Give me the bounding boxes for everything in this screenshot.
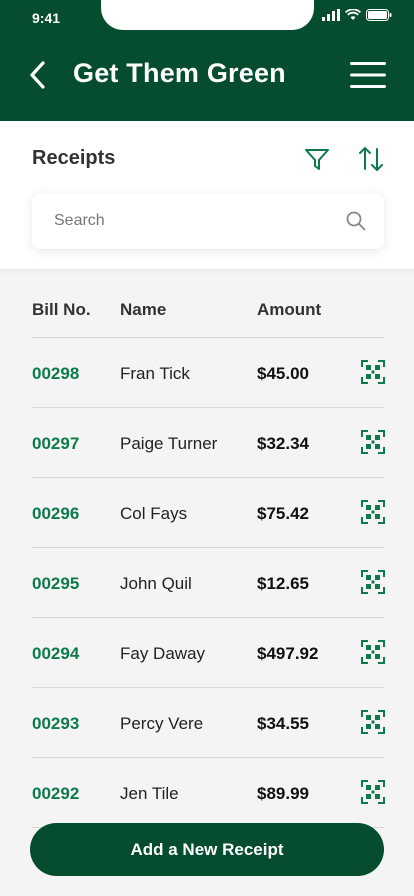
app-header: 9:41 Get Them Green xyxy=(0,0,414,121)
status-time: 9:41 xyxy=(32,10,61,26)
receipts-table: Bill No. Name Amount 00298 Fran Tick $45… xyxy=(32,269,385,828)
table-row[interactable]: 00293 Percy Vere $34.55 xyxy=(32,688,385,758)
hamburger-menu-icon xyxy=(350,62,386,88)
filter-icon xyxy=(305,149,329,170)
bill-number[interactable]: 00292 xyxy=(32,784,79,804)
sort-icon xyxy=(359,147,383,171)
customer-name: John Quil xyxy=(120,574,192,593)
qr-scan-icon xyxy=(361,430,385,454)
qr-scan-button[interactable] xyxy=(361,430,385,454)
section-title: Receipts xyxy=(32,147,116,169)
menu-button[interactable] xyxy=(350,60,386,90)
bill-number[interactable]: 00293 xyxy=(32,714,79,734)
column-header-name: Name xyxy=(120,300,167,319)
receipts-panel: Receipts xyxy=(0,121,414,269)
bill-number[interactable]: 00294 xyxy=(32,644,79,664)
amount: $32.34 xyxy=(257,434,309,453)
signal-icon xyxy=(322,9,340,21)
qr-scan-icon xyxy=(361,360,385,384)
bill-number[interactable]: 00296 xyxy=(32,504,79,524)
amount: $45.00 xyxy=(257,364,309,383)
table-row[interactable]: 00294 Fay Daway $497.92 xyxy=(32,618,385,688)
bill-number[interactable]: 00297 xyxy=(32,434,79,454)
table-row[interactable]: 00295 John Quil $12.65 xyxy=(32,548,385,618)
table-header: Bill No. Name Amount xyxy=(32,269,384,338)
bill-number[interactable]: 00298 xyxy=(32,364,79,384)
add-receipt-button[interactable]: Add a New Receipt xyxy=(30,823,384,876)
customer-name: Jen Tile xyxy=(120,784,179,803)
table-row[interactable]: 00298 Fran Tick $45.00 xyxy=(32,338,385,408)
amount: $497.92 xyxy=(257,644,319,663)
amount: $12.65 xyxy=(257,574,309,593)
qr-scan-button[interactable] xyxy=(361,640,385,664)
table-row[interactable]: 00292 Jen Tile $89.99 xyxy=(32,758,385,828)
search-input[interactable] xyxy=(32,193,332,249)
filter-button[interactable] xyxy=(304,146,330,172)
back-button[interactable] xyxy=(28,60,48,90)
amount: $34.55 xyxy=(257,714,309,733)
battery-icon xyxy=(366,9,392,21)
bill-number[interactable]: 00295 xyxy=(32,574,79,594)
qr-scan-icon xyxy=(361,640,385,664)
sort-button[interactable] xyxy=(357,145,385,173)
qr-scan-button[interactable] xyxy=(361,780,385,804)
status-icons xyxy=(322,9,392,21)
qr-scan-button[interactable] xyxy=(361,500,385,524)
qr-scan-button[interactable] xyxy=(361,360,385,384)
qr-scan-icon xyxy=(361,570,385,594)
customer-name: Paige Turner xyxy=(120,434,218,453)
column-header-amount: Amount xyxy=(257,300,322,319)
search-icon[interactable] xyxy=(346,211,366,231)
qr-scan-icon xyxy=(361,780,385,804)
page-title: Get Them Green xyxy=(73,58,286,88)
back-arrow-icon xyxy=(30,61,45,89)
wifi-icon xyxy=(345,9,361,20)
qr-scan-icon xyxy=(361,710,385,734)
customer-name: Fran Tick xyxy=(120,364,190,383)
customer-name: Fay Daway xyxy=(120,644,206,663)
amount: $75.42 xyxy=(257,504,309,523)
amount: $89.99 xyxy=(257,784,309,803)
device-notch xyxy=(101,0,314,30)
column-header-bill: Bill No. xyxy=(32,300,91,319)
search-box xyxy=(32,193,384,249)
qr-scan-button[interactable] xyxy=(361,570,385,594)
table-row[interactable]: 00297 Paige Turner $32.34 xyxy=(32,408,385,478)
table-row[interactable]: 00296 Col Fays $75.42 xyxy=(32,478,385,548)
customer-name: Percy Vere xyxy=(120,714,204,733)
customer-name: Col Fays xyxy=(120,504,188,523)
qr-scan-button[interactable] xyxy=(361,710,385,734)
qr-scan-icon xyxy=(361,500,385,524)
